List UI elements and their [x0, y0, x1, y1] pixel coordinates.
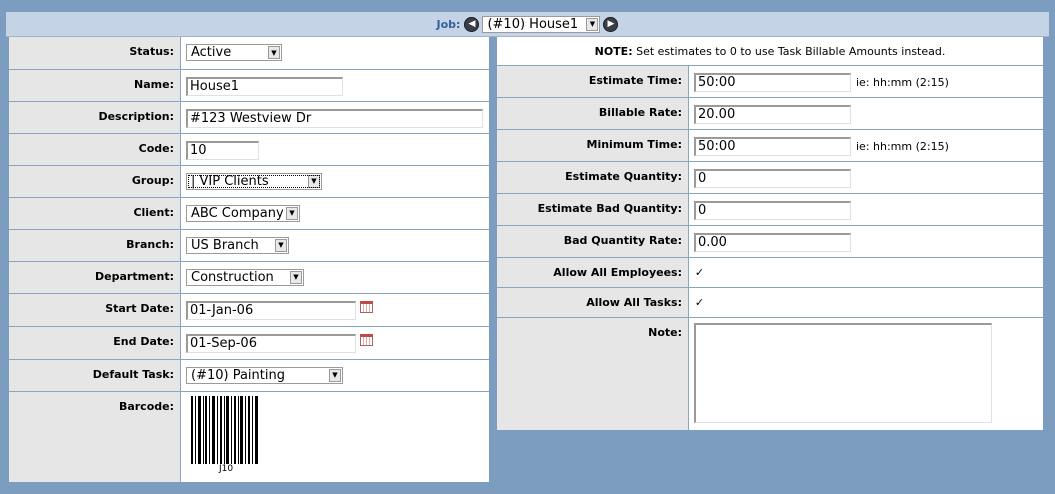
chevron-down-icon: ▼	[268, 46, 280, 59]
job-nav-bar: Job: ◀ (#10) House1 ▼ ▶	[6, 12, 1049, 37]
estimate-quantity-field[interactable]: 0	[694, 169, 851, 188]
estimate-time-hint: ie: hh:mm (2:15)	[856, 76, 949, 89]
description-label: Description:	[9, 101, 181, 134]
client-label: Client:	[9, 197, 181, 230]
minimum-time-label: Minimum Time:	[497, 129, 689, 162]
estimate-time-label: Estimate Time:	[497, 65, 689, 98]
branch-select[interactable]: US Branch ▼	[186, 236, 289, 254]
chevron-right-icon: ▶	[607, 18, 615, 29]
start-date-field[interactable]: 01-Jan-06	[186, 300, 356, 320]
chevron-down-icon: ▼	[275, 238, 287, 252]
estimate-time-field[interactable]: 50:00	[694, 73, 851, 92]
note-banner-bold: NOTE:	[594, 44, 633, 58]
estimates-panel: NOTE: Set estimates to 0 to use Task Bil…	[497, 37, 1043, 430]
estimate-bad-quantity-field[interactable]: 0	[694, 201, 851, 220]
bad-quantity-rate-label: Bad Quantity Rate:	[497, 225, 689, 258]
end-date-field[interactable]: 01-Sep-06	[186, 333, 356, 353]
barcode-text: J10	[219, 463, 234, 474]
minimum-time-field[interactable]: 50:00	[694, 137, 851, 156]
job-select[interactable]: (#10) House1 ▼	[482, 15, 601, 33]
calendar-icon[interactable]	[360, 333, 373, 346]
branch-value: US Branch	[191, 237, 259, 253]
name-field[interactable]: House1	[186, 76, 343, 96]
minimum-time-hint: ie: hh:mm (2:15)	[856, 140, 949, 153]
code-label: Code:	[9, 133, 181, 166]
group-label: Group:	[9, 165, 181, 198]
name-label: Name:	[9, 69, 181, 102]
billable-rate-field[interactable]: 20.00	[694, 105, 851, 124]
department-select[interactable]: Construction ▼	[186, 268, 304, 286]
group-select[interactable]: | VIP Clients ▼	[186, 172, 322, 190]
next-job-button[interactable]: ▶	[603, 16, 619, 32]
barcode-image	[191, 395, 489, 464]
department-value: Construction	[191, 269, 274, 285]
job-details-panel: Status: Active ▼ Name: House1 Descriptio…	[9, 37, 489, 482]
job-label: Job:	[436, 17, 461, 31]
bad-quantity-rate-field[interactable]: 0.00	[694, 233, 851, 252]
calendar-icon[interactable]	[360, 300, 373, 313]
description-field[interactable]: #123 Westview Dr	[186, 108, 483, 128]
barcode-label: Barcode:	[9, 391, 181, 482]
note-banner: NOTE: Set estimates to 0 to use Task Bil…	[497, 37, 1043, 66]
status-value: Active	[191, 45, 232, 60]
status-label: Status:	[9, 37, 181, 70]
allow-all-employees-checkbox[interactable]: ✓	[694, 267, 705, 278]
previous-job-button[interactable]: ◀	[464, 16, 480, 32]
end-date-label: End Date:	[9, 326, 181, 360]
note-textarea[interactable]	[694, 323, 992, 423]
note-banner-text: Set estimates to 0 to use Task Billable …	[632, 44, 946, 58]
estimate-quantity-label: Estimate Quantity:	[497, 161, 689, 194]
chevron-down-icon: ▼	[286, 206, 298, 220]
allow-all-employees-label: Allow All Employees:	[497, 257, 689, 288]
billable-rate-label: Billable Rate:	[497, 97, 689, 130]
chevron-down-icon: ▼	[308, 174, 320, 188]
estimate-bad-quantity-label: Estimate Bad Quantity:	[497, 193, 689, 226]
default-task-label: Default Task:	[9, 359, 181, 392]
allow-all-tasks-checkbox[interactable]: ✓	[694, 297, 705, 308]
start-date-label: Start Date:	[9, 293, 181, 327]
default-task-value: (#10) Painting	[191, 367, 285, 383]
chevron-down-icon: ▼	[290, 270, 302, 284]
branch-label: Branch:	[9, 229, 181, 262]
client-value: ABC Company	[191, 205, 284, 221]
note-label: Note:	[497, 317, 689, 430]
department-label: Department:	[9, 261, 181, 294]
client-select[interactable]: ABC Company ▼	[186, 204, 300, 222]
chevron-left-icon: ◀	[468, 18, 476, 29]
allow-all-tasks-label: Allow All Tasks:	[497, 287, 689, 318]
job-select-value: (#10) House1	[487, 16, 579, 32]
chevron-down-icon: ▼	[586, 17, 599, 31]
status-select[interactable]: Active ▼	[186, 44, 282, 61]
default-task-select[interactable]: (#10) Painting ▼	[186, 366, 343, 384]
code-field[interactable]: 10	[186, 140, 259, 160]
barcode-bars	[191, 395, 258, 464]
chevron-down-icon: ▼	[329, 368, 341, 382]
group-value: | VIP Clients	[191, 173, 269, 189]
